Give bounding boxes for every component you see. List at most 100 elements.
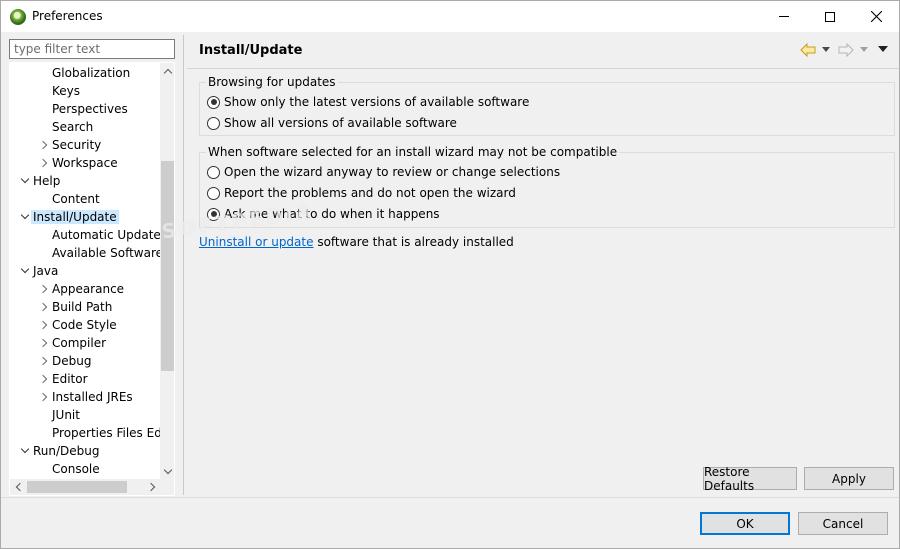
tree-item[interactable]: Globalization <box>52 64 130 82</box>
window-title: Preferences <box>32 9 103 23</box>
tree-item-label: Run/Debug <box>33 444 100 458</box>
radio-selected-icon <box>207 95 220 109</box>
tree-item[interactable]: Editor <box>52 370 88 388</box>
cancel-button[interactable]: Cancel <box>798 512 888 535</box>
tree-item-label: Code Style <box>52 318 117 332</box>
close-button[interactable] <box>853 1 899 32</box>
radio-label: Report the problems and do not open the … <box>224 186 516 200</box>
expand-right-icon[interactable] <box>38 388 50 406</box>
radio-label: Show all versions of available software <box>224 116 457 130</box>
tree-item-label: Build Path <box>52 300 113 314</box>
radio-unselected-icon <box>207 165 220 179</box>
expand-right-icon[interactable] <box>38 334 50 352</box>
uninstall-link-suffix: software that is already installed <box>313 235 514 249</box>
tree-item[interactable]: Java <box>33 262 58 280</box>
radio-open-wizard[interactable]: Open the wizard anyway to review or chan… <box>207 163 560 181</box>
expand-right-icon[interactable] <box>38 280 50 298</box>
tree-item[interactable]: Perspectives <box>52 100 128 118</box>
scroll-down-icon[interactable] <box>160 463 174 479</box>
compatibility-legend: When software selected for an install wi… <box>206 145 620 159</box>
expand-right-icon[interactable] <box>38 298 50 316</box>
tree-item-label: Automatic Updates <box>52 228 168 242</box>
tree-item[interactable]: Search <box>52 118 93 136</box>
tree-item[interactable]: Security <box>52 136 101 154</box>
tree-item[interactable]: Install/Update <box>31 208 119 226</box>
radio-all-versions[interactable]: Show all versions of available software <box>207 114 457 132</box>
tree-item[interactable]: Properties Files Edito <box>52 424 175 442</box>
tree-item[interactable]: Keys <box>52 82 80 100</box>
tree-item[interactable]: Available Software S <box>52 244 174 262</box>
apply-button[interactable]: Apply <box>804 467 894 490</box>
expand-down-icon[interactable] <box>19 262 31 280</box>
tree-item-label: Console <box>52 462 100 476</box>
tree-item[interactable]: Code Style <box>52 316 117 334</box>
tree-item-label: Properties Files Edito <box>52 426 175 440</box>
expand-down-icon[interactable] <box>19 208 31 226</box>
expand-right-icon[interactable] <box>38 136 50 154</box>
preference-tree: Globalization Keys Perspectives Search Secur… <box>9 62 175 496</box>
title-bar[interactable]: Preferences <box>1 1 899 32</box>
tree-item-label: Java <box>33 264 59 278</box>
tree-item-label: Compiler <box>52 336 107 350</box>
tree-item-label: Help <box>33 174 61 188</box>
radio-latest-versions[interactable]: Show only the latest versions of availab… <box>207 93 529 111</box>
forward-dropdown-icon[interactable] <box>860 47 868 52</box>
tree-item[interactable]: Installed JREs <box>52 388 133 406</box>
scroll-corner <box>160 479 174 495</box>
radio-label: Show only the latest versions of availab… <box>224 95 530 109</box>
tree-item[interactable]: Automatic Updates <box>52 226 167 244</box>
tree-item[interactable]: Debug <box>52 352 91 370</box>
tree-item[interactable]: Help <box>33 172 60 190</box>
uninstall-update-link[interactable]: Uninstall or update <box>199 235 314 249</box>
scroll-right-icon[interactable] <box>144 479 160 495</box>
back-arrow-icon[interactable] <box>800 43 816 57</box>
forward-arrow-icon[interactable] <box>838 43 854 57</box>
tree-item-label: Search <box>52 120 94 134</box>
expand-right-icon[interactable] <box>38 352 50 370</box>
tree-item-label: Debug <box>52 354 92 368</box>
scroll-left-icon[interactable] <box>10 479 26 495</box>
tree-item[interactable]: Run/Debug <box>33 442 100 460</box>
tree-item-label: JUnit <box>52 408 80 422</box>
filter-input[interactable] <box>9 39 175 59</box>
tree-item-label: Globalization <box>52 66 131 80</box>
scroll-thumb[interactable] <box>161 161 174 371</box>
pane-divider[interactable] <box>183 35 184 495</box>
minimize-button[interactable] <box>761 1 807 32</box>
hscroll-thumb[interactable] <box>27 481 127 493</box>
radio-unselected-icon <box>207 186 220 200</box>
tree-item[interactable]: JUnit <box>52 406 80 424</box>
tree-item[interactable]: Compiler <box>52 334 106 352</box>
tree-item[interactable]: Content <box>52 190 100 208</box>
expand-down-icon[interactable] <box>19 442 31 460</box>
view-menu-icon[interactable] <box>878 46 888 52</box>
expand-right-icon[interactable] <box>38 316 50 334</box>
restore-defaults-button[interactable]: Restore Defaults <box>703 465 797 493</box>
radio-unselected-icon <box>207 116 220 130</box>
eclipse-app-icon <box>10 9 26 25</box>
tree-item[interactable]: Build Path <box>52 298 112 316</box>
maximize-button[interactable] <box>807 1 853 32</box>
radio-report-problems[interactable]: Report the problems and do not open the … <box>207 184 516 202</box>
tree-item[interactable]: Console <box>52 460 100 478</box>
expand-right-icon[interactable] <box>38 154 50 172</box>
tree-item[interactable]: Appearance <box>52 280 124 298</box>
tree-vertical-scrollbar[interactable] <box>160 63 174 479</box>
expand-right-icon[interactable] <box>38 370 50 388</box>
tree-item[interactable]: Workspace <box>52 154 118 172</box>
tree-horizontal-scrollbar[interactable] <box>10 479 160 495</box>
back-dropdown-icon[interactable] <box>822 47 830 52</box>
ok-button[interactable]: OK <box>700 512 790 535</box>
scroll-up-icon[interactable] <box>160 63 174 79</box>
tree-item-label: Installed JREs <box>52 390 133 404</box>
tree-item-label: Install/Update <box>31 210 119 224</box>
radio-label: Open the wizard anyway to review or chan… <box>224 165 561 179</box>
expand-down-icon[interactable] <box>19 172 31 190</box>
